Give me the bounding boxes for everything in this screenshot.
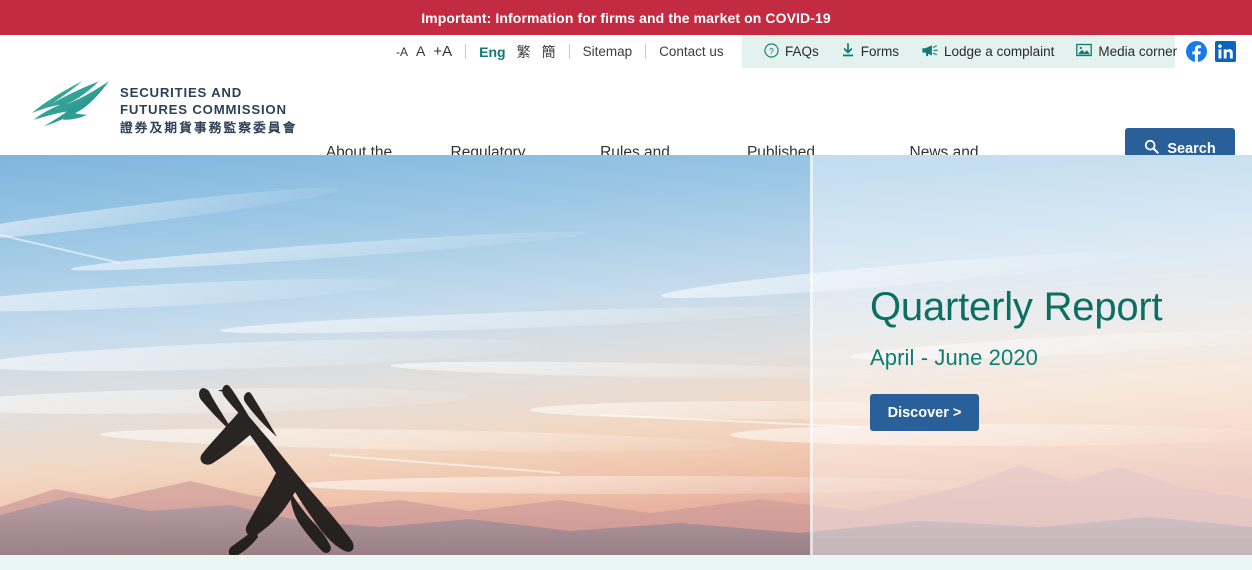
linkedin-icon[interactable] <box>1215 41 1236 62</box>
sfc-logo-chinese: 證券及期貨事務監察委員會 <box>120 120 298 135</box>
hero-carousel: Quarterly Report April - June 2020 Disco… <box>0 155 1252 555</box>
sfc-logo[interactable]: SECURITIES AND FUTURES COMMISSION 證券及期貨事… <box>22 77 298 139</box>
alert-banner-text: Important: Information for firms and the… <box>421 9 831 26</box>
utility-link-sitemap[interactable]: Sitemap <box>583 44 633 59</box>
sfc-logo-line2: FUTURES COMMISSION <box>120 101 287 117</box>
quicklink-faqs-label: FAQs <box>785 44 819 59</box>
question-circle-icon: ? <box>764 42 779 61</box>
text-size-increase[interactable]: +A <box>433 43 452 60</box>
page-bottom-strip <box>0 555 1252 570</box>
text-size-normal[interactable]: A <box>416 43 425 59</box>
quicklink-media-corner[interactable]: Media corner <box>1076 43 1177 60</box>
quicklink-forms-label: Forms <box>860 44 900 59</box>
text-size-controls: -A A +A <box>396 43 452 60</box>
facebook-icon[interactable] <box>1186 41 1207 62</box>
megaphone-icon <box>921 43 938 61</box>
utility-divider-3 <box>645 44 647 59</box>
language-switcher: Eng 繁 簡 <box>479 42 555 62</box>
quicklink-forms[interactable]: Forms <box>841 42 900 61</box>
image-icon <box>1076 43 1093 60</box>
site-header: -A A +A Eng 繁 簡 Sitemap Contact us ? FAQ… <box>0 35 1252 190</box>
language-option-traditional[interactable]: 繁 <box>517 42 531 62</box>
utility-link-contact-us[interactable]: Contact us <box>659 44 724 59</box>
quicklink-lodge-complaint[interactable]: Lodge a complaint <box>921 43 1054 61</box>
utility-divider-1 <box>465 44 467 59</box>
hero-title: Quarterly Report <box>870 285 1163 329</box>
sfc-logo-text: SECURITIES AND FUTURES COMMISSION 證券及期貨事… <box>120 85 298 139</box>
sfc-logo-line1: SECURITIES AND <box>120 84 243 100</box>
covid-alert-banner[interactable]: Important: Information for firms and the… <box>0 0 1252 35</box>
sfc-bird-logo-icon <box>22 77 114 139</box>
text-size-decrease[interactable]: -A <box>396 45 408 59</box>
social-links <box>1186 35 1236 68</box>
download-icon <box>841 42 855 61</box>
hero-overlay-edge <box>810 155 813 555</box>
quicklink-media-corner-label: Media corner <box>1098 44 1178 59</box>
utility-divider-2 <box>568 44 570 59</box>
utility-left-group: -A A +A Eng 繁 簡 Sitemap Contact us <box>396 35 724 68</box>
language-option-eng[interactable]: Eng <box>479 44 505 60</box>
quicklink-lodge-complaint-label: Lodge a complaint <box>944 44 1055 59</box>
utility-quicklinks-bar: ? FAQs Forms Lodge a complaint Media cor… <box>742 35 1177 68</box>
svg-text:?: ? <box>769 45 774 55</box>
hero-slide-content: Quarterly Report April - June 2020 Disco… <box>870 285 1163 431</box>
quicklink-faqs[interactable]: ? FAQs <box>764 42 819 61</box>
discover-button[interactable]: Discover > <box>870 394 979 431</box>
hero-subtitle: April - June 2020 <box>870 345 1039 370</box>
utility-bar: -A A +A Eng 繁 簡 Sitemap Contact us ? FAQ… <box>0 35 1252 68</box>
language-option-simplified[interactable]: 簡 <box>542 42 556 62</box>
